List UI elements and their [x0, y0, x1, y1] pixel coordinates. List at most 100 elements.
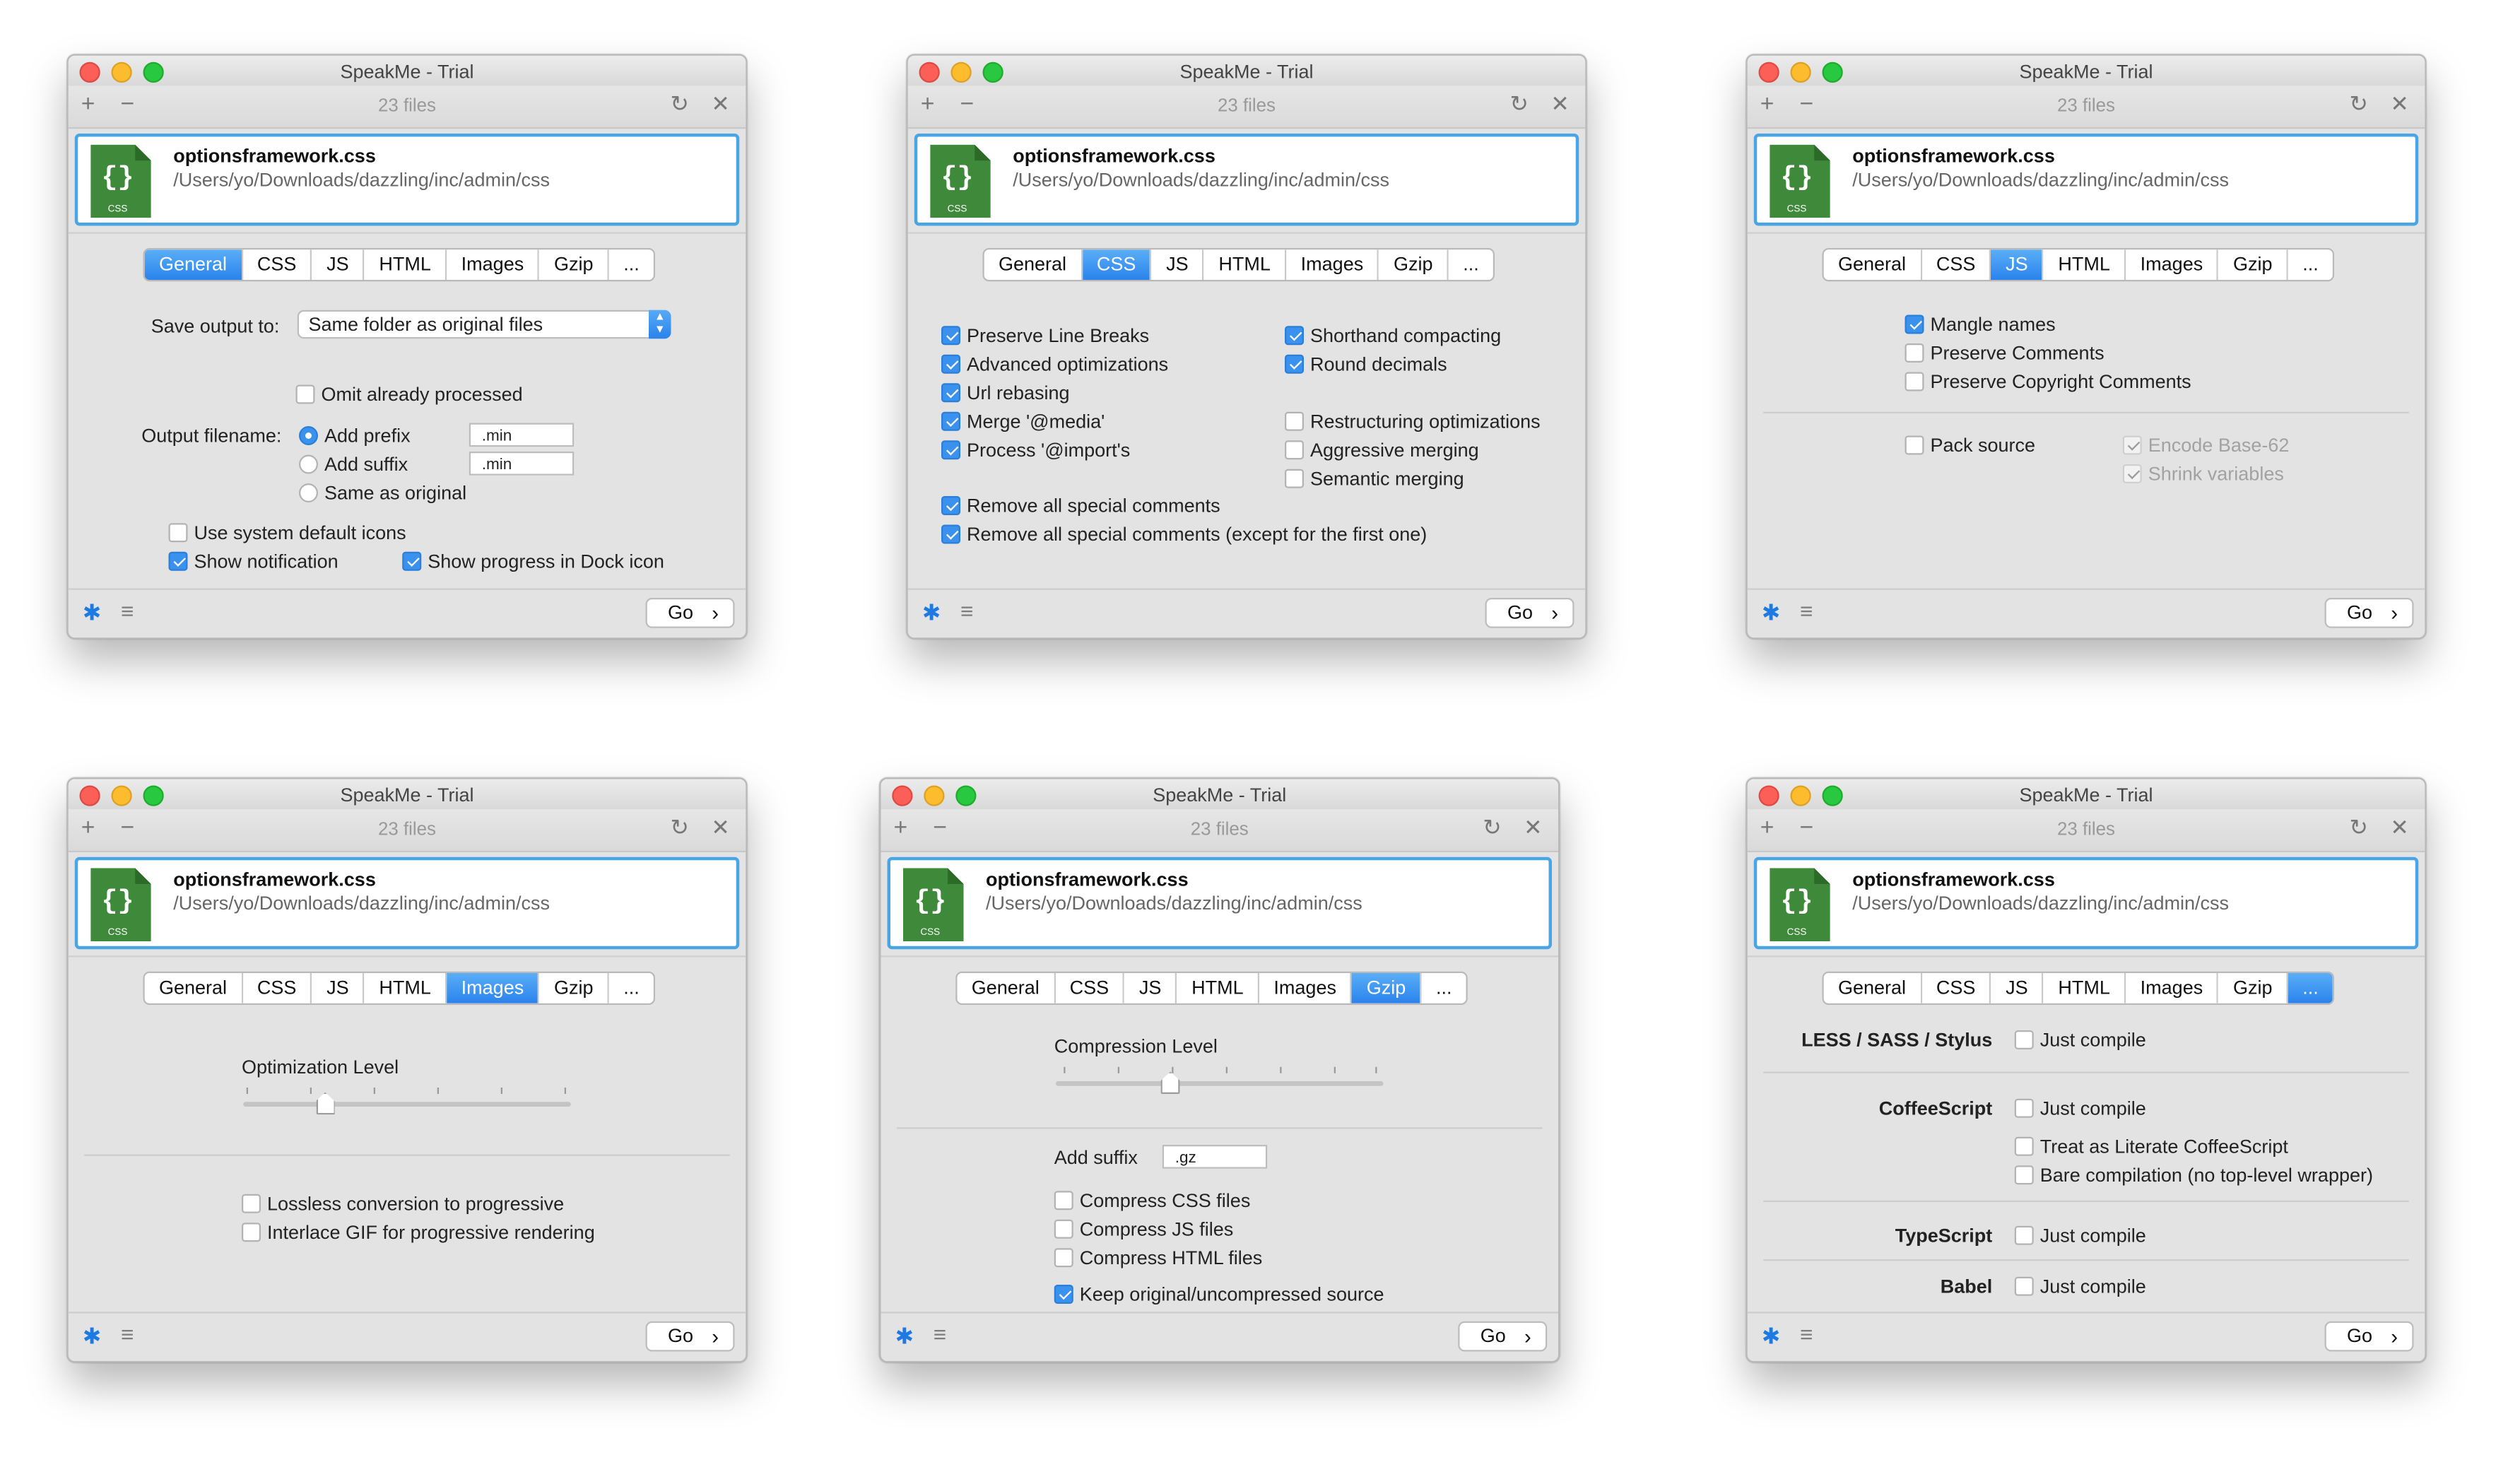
slider-knob[interactable] [315, 1092, 335, 1115]
tab-css[interactable]: CSS [242, 973, 312, 1003]
tab-images[interactable]: Images [1259, 973, 1353, 1003]
restructuring-checkbox[interactable] [1285, 411, 1304, 431]
tab-gzip[interactable]: Gzip [1352, 973, 1422, 1003]
show-notification-checkbox[interactable] [168, 551, 188, 571]
tab-general[interactable]: General [144, 973, 243, 1003]
slider-knob[interactable] [1160, 1071, 1180, 1094]
tab-js[interactable]: JS [1991, 973, 2044, 1003]
compress-html-checkbox[interactable] [1054, 1248, 1073, 1268]
advanced-optimizations-checkbox[interactable] [941, 354, 960, 374]
list-icon[interactable]: ≡ [960, 599, 973, 622]
tab-gzip[interactable]: Gzip [1379, 249, 1449, 280]
tab-js[interactable]: JS [312, 249, 365, 280]
go-button[interactable]: Go › [2324, 598, 2414, 628]
mangle-names-checkbox[interactable] [1905, 314, 1924, 334]
bare-compilation-checkbox[interactable] [2014, 1165, 2034, 1185]
title-bar[interactable]: SpeakMe - Trial [881, 779, 1558, 810]
aggressive-merging-checkbox[interactable] [1285, 440, 1304, 460]
tab-css[interactable]: CSS [1055, 973, 1125, 1003]
refresh-icon[interactable]: ↻ [1483, 814, 1501, 841]
tab-gzip[interactable]: Gzip [539, 973, 610, 1003]
tab-html[interactable]: HTML [1204, 249, 1287, 280]
tab-js[interactable]: JS [1124, 973, 1177, 1003]
same-as-original-radio[interactable] [299, 483, 318, 502]
gear-icon[interactable]: ✱ [1762, 601, 1780, 624]
compression-level-slider[interactable] [1056, 1061, 1384, 1109]
remove-special-except-first-checkbox[interactable] [941, 524, 960, 544]
tab-general[interactable]: General [957, 973, 1056, 1003]
pack-source-checkbox[interactable] [1905, 435, 1924, 455]
tab-gzip[interactable]: Gzip [539, 249, 610, 280]
close-icon[interactable]: ✕ [711, 90, 729, 117]
shorthand-compacting-checkbox[interactable] [1285, 326, 1304, 346]
system-icons-checkbox[interactable] [168, 523, 188, 543]
close-icon[interactable]: ✕ [1550, 90, 1569, 117]
tab-images[interactable]: Images [1286, 249, 1379, 280]
file-list-item[interactable]: {} CSS optionsframework.css /Users/yo/Dow… [1753, 134, 2419, 226]
literate-coffee-checkbox[interactable] [2014, 1136, 2034, 1156]
tab-gzip[interactable]: Gzip [2218, 973, 2289, 1003]
file-list-item[interactable]: {} CSS optionsframework.css /Users/yo/Dow… [74, 856, 740, 950]
close-icon[interactable]: ✕ [1524, 814, 1542, 841]
keep-original-checkbox[interactable] [1054, 1285, 1073, 1304]
tab-more[interactable]: ... [2288, 973, 2333, 1003]
show-progress-checkbox[interactable] [402, 551, 422, 571]
list-icon[interactable]: ≡ [121, 599, 134, 622]
file-list-item[interactable]: {} CSS optionsframework.css /Users/yo/Dow… [74, 134, 740, 226]
gear-icon[interactable]: ✱ [83, 601, 101, 624]
refresh-icon[interactable]: ↻ [1509, 90, 1528, 117]
semantic-merging-checkbox[interactable] [1285, 469, 1304, 488]
merge-media-checkbox[interactable] [941, 411, 960, 431]
gear-icon[interactable]: ✱ [83, 1324, 101, 1347]
process-import-checkbox[interactable] [941, 440, 960, 460]
tab-more[interactable]: ... [609, 973, 654, 1003]
preserve-comments-checkbox[interactable] [1905, 343, 1924, 363]
interlace-gif-checkbox[interactable] [242, 1223, 261, 1242]
omit-processed-checkbox[interactable] [295, 384, 315, 404]
title-bar[interactable]: SpeakMe - Trial [1747, 55, 2425, 86]
gzip-suffix-field[interactable]: .gz [1162, 1145, 1268, 1169]
tab-images[interactable]: Images [2126, 973, 2219, 1003]
tab-css[interactable]: CSS [242, 249, 312, 280]
tab-html[interactable]: HTML [2044, 973, 2126, 1003]
lossless-progressive-checkbox[interactable] [242, 1194, 261, 1213]
prefix-field[interactable]: .min [469, 423, 575, 447]
go-button[interactable]: Go › [1458, 1321, 1548, 1352]
list-icon[interactable]: ≡ [934, 1323, 946, 1345]
list-icon[interactable]: ≡ [1800, 1323, 1813, 1345]
add-prefix-radio[interactable] [299, 426, 318, 445]
tab-general[interactable]: General [984, 249, 1083, 280]
refresh-icon[interactable]: ↻ [670, 90, 688, 117]
tab-js[interactable]: JS [1991, 249, 2044, 280]
babel-just-compile-checkbox[interactable] [2014, 1276, 2034, 1296]
tab-images[interactable]: Images [2126, 249, 2219, 280]
compress-js-checkbox[interactable] [1054, 1219, 1073, 1239]
add-suffix-radio[interactable] [299, 454, 318, 474]
tab-css[interactable]: CSS [1921, 249, 1991, 280]
close-icon[interactable]: ✕ [2390, 814, 2408, 841]
title-bar[interactable]: SpeakMe - Trial [1747, 779, 2425, 810]
round-decimals-checkbox[interactable] [1285, 354, 1304, 374]
file-list-item[interactable]: {} CSS optionsframework.css /Users/yo/Dow… [887, 856, 1552, 950]
suffix-field[interactable]: .min [469, 452, 575, 476]
refresh-icon[interactable]: ↻ [670, 814, 688, 841]
go-button[interactable]: Go › [2324, 1321, 2414, 1352]
list-icon[interactable]: ≡ [121, 1323, 134, 1345]
title-bar[interactable]: SpeakMe - Trial [907, 55, 1586, 86]
tab-js[interactable]: JS [312, 973, 365, 1003]
title-bar[interactable]: SpeakMe - Trial [68, 55, 746, 86]
tab-images[interactable]: Images [447, 973, 540, 1003]
close-icon[interactable]: ✕ [2390, 90, 2408, 117]
file-list-item[interactable]: {} CSS optionsframework.css /Users/yo/Dow… [914, 134, 1579, 226]
preserve-copyright-checkbox[interactable] [1905, 372, 1924, 391]
list-icon[interactable]: ≡ [1800, 599, 1813, 622]
less-just-compile-checkbox[interactable] [2014, 1030, 2034, 1049]
tab-html[interactable]: HTML [1177, 973, 1260, 1003]
tab-images[interactable]: Images [447, 249, 540, 280]
tab-html[interactable]: HTML [365, 249, 447, 280]
gear-icon[interactable]: ✱ [1762, 1324, 1780, 1347]
url-rebasing-checkbox[interactable] [941, 383, 960, 403]
tab-css[interactable]: CSS [1921, 973, 1991, 1003]
refresh-icon[interactable]: ↻ [2349, 814, 2367, 841]
gear-icon[interactable]: ✱ [895, 1324, 914, 1347]
